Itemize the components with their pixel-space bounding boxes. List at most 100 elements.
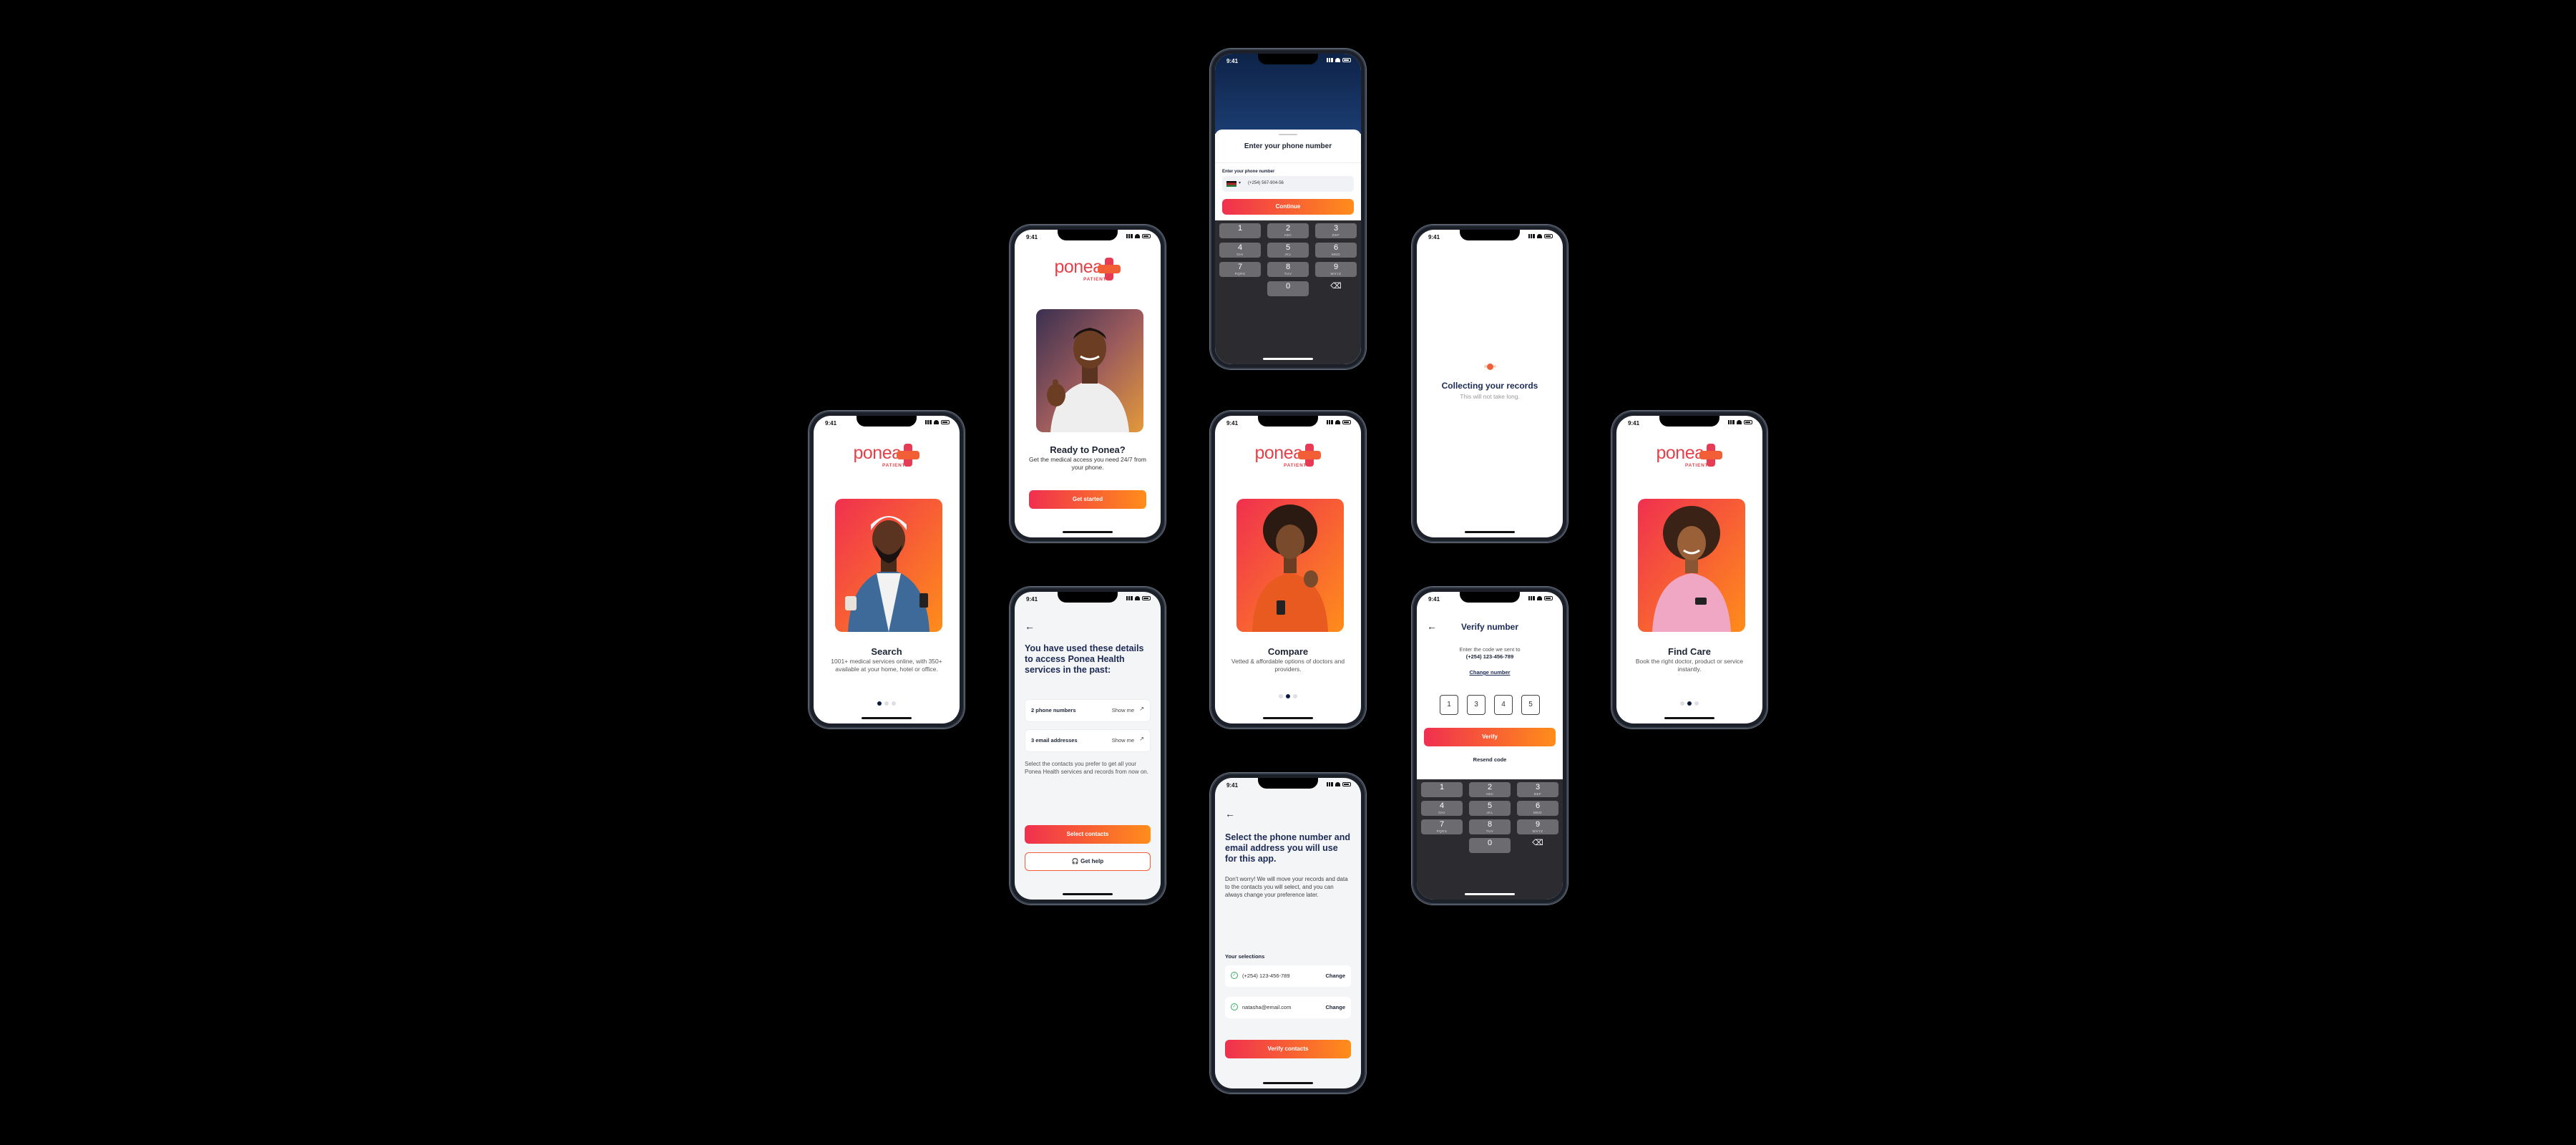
backspace-icon[interactable]: ⌫ xyxy=(1517,838,1558,853)
keypad-key-4[interactable]: 4 GHI xyxy=(1421,801,1463,816)
signal-icon xyxy=(1528,596,1535,600)
signal-icon xyxy=(1327,782,1333,786)
phone-mockup-compare: 9:41 ponea PATIENT Compare Vetted & affor… xyxy=(1210,411,1366,729)
logo-sub: PATIENT xyxy=(1284,463,1307,468)
keypad-key-8[interactable]: 8 TUV xyxy=(1469,819,1511,834)
signal-icon xyxy=(925,420,932,424)
back-arrow-icon[interactable]: ← xyxy=(1225,808,1235,819)
sheet-handle[interactable] xyxy=(1279,134,1297,135)
wifi-icon xyxy=(1135,596,1140,600)
keypad-key-8[interactable]: 8 TUV xyxy=(1267,262,1309,277)
signal-icon xyxy=(1528,234,1535,238)
selection-row-phone: ✓ (+254) 123-456-789 Change xyxy=(1225,965,1351,987)
otp-digit[interactable]: 4 xyxy=(1494,695,1513,715)
list-item-email-addresses[interactable]: 3 email addresses Show me ↗ xyxy=(1025,729,1151,752)
keypad-key-2[interactable]: 2 ABC xyxy=(1469,782,1511,797)
get-help-label: Get help xyxy=(1080,858,1104,864)
pager-dot[interactable] xyxy=(1687,701,1692,706)
find-care-text: Book the right doctor, product or servic… xyxy=(1635,658,1744,673)
phone-mockup-collecting: 9:41 Collecting your records This will n… xyxy=(1412,225,1568,542)
battery-icon xyxy=(1744,420,1752,424)
back-arrow-icon[interactable]: ← xyxy=(1025,620,1035,632)
pager-dot[interactable] xyxy=(1293,694,1297,698)
keypad-key-0[interactable]: 0 xyxy=(1469,838,1511,853)
show-me-link[interactable]: Show me xyxy=(1112,707,1134,713)
pager-dot[interactable] xyxy=(1694,701,1699,706)
pager-dot[interactable] xyxy=(892,701,896,706)
keypad-key-9[interactable]: 9 WXYZ xyxy=(1517,819,1558,834)
ready-text: Get the medical access you need 24/7 fro… xyxy=(1029,456,1146,471)
signal-icon xyxy=(1126,234,1133,238)
get-started-button[interactable]: Get started xyxy=(1029,490,1146,509)
chevron-down-icon[interactable]: ▾ xyxy=(1239,180,1241,185)
notch xyxy=(1258,54,1318,64)
used-details-text: Select the contacts you prefer to get al… xyxy=(1025,761,1148,775)
keypad-key-3[interactable]: 3 DEF xyxy=(1315,223,1357,238)
battery-icon xyxy=(1342,782,1351,786)
keypad-key-5[interactable]: 5 JKL xyxy=(1267,243,1309,258)
select-contacts-button[interactable]: Select contacts xyxy=(1025,825,1151,844)
pager-dot[interactable] xyxy=(1279,694,1283,698)
pager-dot[interactable] xyxy=(1286,694,1290,698)
wifi-icon xyxy=(1335,782,1340,786)
wifi-icon xyxy=(1335,420,1340,424)
list-item-phone-numbers[interactable]: 2 phone numbers Show me ↗ xyxy=(1025,699,1151,722)
backspace-icon[interactable]: ⌫ xyxy=(1315,281,1357,296)
hero-image-woman-thinking xyxy=(1236,499,1344,632)
collecting-text: This will not take long. xyxy=(1460,393,1520,400)
verify-contacts-button[interactable]: Verify contacts xyxy=(1225,1040,1351,1058)
change-link[interactable]: Change xyxy=(1325,1004,1345,1010)
keypad-key-5[interactable]: 5 JKL xyxy=(1469,801,1511,816)
show-me-link[interactable]: Show me xyxy=(1112,737,1134,744)
pager-dot[interactable] xyxy=(884,701,889,706)
keypad-key-9[interactable]: 9 WXYZ xyxy=(1315,262,1357,277)
phone-input[interactable]: ▾ (+254) 567-904-56 xyxy=(1222,176,1354,192)
keypad-key-7[interactable]: 7 PQRS xyxy=(1219,262,1261,277)
otp-digit[interactable]: 5 xyxy=(1521,695,1540,715)
ponea-logo: ponea PATIENT xyxy=(1215,443,1361,472)
home-indicator xyxy=(1263,717,1313,719)
continue-button[interactable]: Continue xyxy=(1222,199,1354,215)
phone-mockup-ready: 9:41 ponea PATIENT Ready to Ponea? Get th… xyxy=(1010,225,1166,542)
keypad-key-2[interactable]: 2 ABC xyxy=(1267,223,1309,238)
kenya-flag-icon[interactable] xyxy=(1226,181,1236,187)
resend-code-link[interactable]: Resend code xyxy=(1417,756,1563,763)
logo-wordmark: ponea xyxy=(1656,443,1704,463)
numeric-keypad: 1 2 ABC 3 DEF 4 GHI 5 JKL 6 MNO 7 PQRS 8 TUV 9 WXYZ 0 ⌫ xyxy=(1215,220,1361,364)
verify-button[interactable]: Verify xyxy=(1424,728,1556,746)
keypad-key-7[interactable]: 7 PQRS xyxy=(1421,819,1463,834)
get-help-button[interactable]: 🎧 Get help xyxy=(1025,852,1151,871)
pager-dots xyxy=(1616,696,1762,709)
phone-field-label: Enter your phone number xyxy=(1222,170,1275,174)
keypad-key-6[interactable]: 6 MNO xyxy=(1517,801,1558,816)
notch xyxy=(1460,592,1520,603)
keypad-key-1[interactable]: 1 xyxy=(1421,782,1463,797)
otp-digit[interactable]: 3 xyxy=(1467,695,1485,715)
keypad-key-6[interactable]: 6 MNO xyxy=(1315,243,1357,258)
select-contacts-title: Select the phone number and email addres… xyxy=(1225,832,1351,864)
battery-icon xyxy=(941,420,950,424)
keypad-key-1[interactable]: 1 xyxy=(1219,223,1261,238)
keypad-key-4[interactable]: 4 GHI xyxy=(1219,243,1261,258)
otp-digit[interactable]: 1 xyxy=(1440,695,1458,715)
battery-icon xyxy=(1342,58,1351,62)
pager-dot[interactable] xyxy=(1680,701,1684,706)
verify-number: (+254) 123-456-789 xyxy=(1465,653,1514,660)
logo-sub: PATIENT xyxy=(1083,277,1107,282)
home-indicator xyxy=(1465,531,1515,533)
wifi-icon xyxy=(1335,58,1340,62)
keypad-key-3[interactable]: 3 DEF xyxy=(1517,782,1558,797)
battery-icon xyxy=(1142,234,1151,238)
verify-text: Enter the code we sent to xyxy=(1459,646,1521,653)
notch xyxy=(1460,230,1520,240)
pager-dot[interactable] xyxy=(877,701,882,706)
battery-icon xyxy=(1142,596,1151,600)
change-link[interactable]: Change xyxy=(1325,973,1345,979)
compare-text: Vetted & affordable options of doctors a… xyxy=(1231,658,1345,673)
search-text: 1001+ medical services online, with 350+… xyxy=(831,658,942,673)
external-link-icon[interactable]: ↗ xyxy=(1139,736,1144,742)
external-link-icon[interactable]: ↗ xyxy=(1139,706,1144,712)
change-number-link[interactable]: Change number xyxy=(1417,669,1563,676)
keypad-key-0[interactable]: 0 xyxy=(1267,281,1309,296)
selection-value: natasha@email.com xyxy=(1242,1004,1292,1010)
